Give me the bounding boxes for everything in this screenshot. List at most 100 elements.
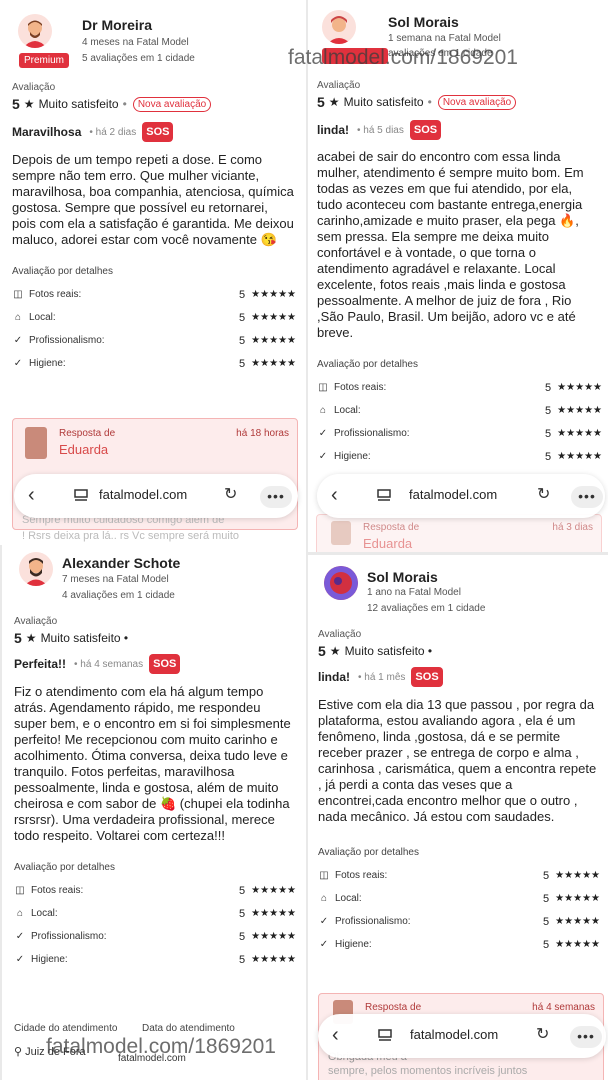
overall-rating: 5 ★ Muito satisfeito • Nova avaliação xyxy=(317,94,608,110)
premium-badge: Premium xyxy=(19,53,70,68)
user-avatar-icon[interactable] xyxy=(19,552,53,586)
reply-title: Resposta de xyxy=(365,1002,422,1013)
camera-icon: ◫ xyxy=(13,289,23,300)
rating-label: Avaliação xyxy=(12,82,56,93)
member-since: 7 meses na Fatal Model xyxy=(62,574,169,585)
review-title-row: Maravilhosa • há 2 dias SOS xyxy=(12,122,306,142)
review-title-row: linda! • há 5 dias SOS xyxy=(317,120,608,140)
reply-avatar-icon xyxy=(25,427,47,459)
review-body: Estive com ela dia 13 que passou , por r… xyxy=(318,697,597,824)
detail-row-hygiene: ✓ Higiene: 5 ★★★★★ xyxy=(15,953,296,966)
reply-text-faded-2: ! Rsrs deixa pra lá.. rs Vc sempre será … xyxy=(22,530,240,542)
review-date: • há 5 dias xyxy=(357,124,404,136)
browser-toolbar: ‹ fatalmodel.com ↻ ••• xyxy=(14,474,298,518)
review-card-4: Sol Morais 1 ano na Fatal Model 12 avali… xyxy=(308,555,608,1080)
reply-text-faded-2: sempre, pelos momentos incríveis juntos xyxy=(328,1065,528,1077)
detail-row-hygiene: ✓ Higiene: 5 ★★★★★ xyxy=(319,938,600,951)
back-icon[interactable]: ‹ xyxy=(331,484,338,507)
overall-rating: 5 ★ Muito satisfeito • xyxy=(14,630,129,646)
member-since: 4 meses na Fatal Model xyxy=(82,37,189,48)
reply-author[interactable]: Eduarda xyxy=(59,442,108,457)
member-since: 1 semana na Fatal Model xyxy=(388,33,501,44)
check-badge-icon: ✓ xyxy=(319,916,329,927)
details-label: Avaliação por detalhes xyxy=(14,862,115,873)
detail-row-location: ⌂ Local: 5 ★★★★★ xyxy=(14,902,296,925)
tab-icon[interactable] xyxy=(377,489,391,501)
browser-toolbar: ‹ fatalmodel.com ↻ ••• xyxy=(318,1014,606,1058)
detail-row-professionalism: ✓ Profissionalismo: 5 ★★★★★ xyxy=(318,427,602,440)
user-avatar-icon[interactable] xyxy=(18,14,52,48)
details-label: Avaliação por detalhes xyxy=(318,847,419,858)
reviewer-name[interactable]: Alexander Schote xyxy=(62,555,180,571)
detail-row-professionalism: ✓ Profissionalismo: 5 ★★★★★ xyxy=(319,915,600,928)
review-card-1: Dr Moreira 4 meses na Fatal Model Premiu… xyxy=(0,0,306,545)
more-menu-icon[interactable]: ••• xyxy=(570,1026,602,1048)
sos-button[interactable]: SOS xyxy=(411,667,443,687)
member-since: 1 ano na Fatal Model xyxy=(367,587,461,598)
reload-icon[interactable]: ↻ xyxy=(537,484,550,504)
review-count: 5 avaliações em 1 cidade xyxy=(82,53,195,64)
reply-time: há 4 semanas xyxy=(532,1002,595,1013)
review-title: Maravilhosa xyxy=(12,125,82,139)
reviewer-name[interactable]: Sol Morais xyxy=(388,14,459,30)
check-circle-icon: ✓ xyxy=(319,939,329,950)
url-bar[interactable]: fatalmodel.com xyxy=(99,487,187,502)
user-avatar-icon[interactable] xyxy=(324,566,358,600)
review-body: Fiz o atendimento com ela há algum tempo… xyxy=(14,684,291,843)
more-menu-icon[interactable]: ••• xyxy=(571,486,603,508)
check-badge-icon: ✓ xyxy=(13,335,23,346)
overall-rating: 5 ★ Muito satisfeito • Nova avaliação xyxy=(12,96,306,112)
reload-icon[interactable]: ↻ xyxy=(536,1024,549,1044)
review-date: • há 4 semanas xyxy=(74,658,144,670)
review-title-row: linda! • há 1 mês SOS xyxy=(318,667,608,687)
camera-icon: ◫ xyxy=(319,870,329,881)
sos-button[interactable]: SOS xyxy=(409,120,442,140)
detail-row-location: ⌂ Local: 5 ★★★★★ xyxy=(318,887,600,910)
star-icon: ★ xyxy=(25,631,37,645)
reload-icon[interactable]: ↻ xyxy=(224,484,237,504)
url-bar[interactable]: fatalmodel.com xyxy=(410,1027,498,1042)
home-icon: ⌂ xyxy=(16,908,24,919)
details-label: Avaliação por detalhes xyxy=(12,266,113,277)
detail-row-location: ⌂ Local: 5 ★★★★★ xyxy=(12,306,296,329)
reviewer-name[interactable]: Sol Morais xyxy=(367,569,438,585)
new-review-badge: Nova avaliação xyxy=(132,96,212,112)
user-avatar-icon[interactable] xyxy=(322,10,356,44)
sos-button[interactable]: SOS xyxy=(142,122,174,142)
detail-row-location: ⌂ Local: 5 ★★★★★ xyxy=(317,399,602,422)
check-badge-icon: ✓ xyxy=(318,428,328,439)
more-menu-icon[interactable]: ••• xyxy=(260,486,292,508)
review-count: 4 avaliações em 1 cidade xyxy=(62,590,175,601)
check-badge-icon: ✓ xyxy=(15,931,25,942)
sos-button[interactable]: SOS xyxy=(149,654,181,674)
detail-row-hygiene: ✓ Higiene: 5 ★★★★★ xyxy=(13,357,296,370)
detail-row-photos: ◫ Fotos reais: 5 ★★★★★ xyxy=(13,288,296,301)
browser-toolbar: ‹ fatalmodel.com ↻ ••• xyxy=(317,474,605,518)
review-title-row: Perfeita!! • há 4 semanas SOS xyxy=(14,654,306,674)
reply-title: Resposta de xyxy=(363,522,420,533)
url-bar[interactable]: fatalmodel.com xyxy=(409,487,497,502)
check-circle-icon: ✓ xyxy=(15,954,25,965)
detail-row-professionalism: ✓ Profissionalismo: 5 ★★★★★ xyxy=(13,334,296,347)
watermark-top: fatalmodel.com/1869201 xyxy=(288,46,518,69)
check-circle-icon: ✓ xyxy=(13,358,23,369)
star-icon: ★ xyxy=(23,97,35,111)
reply-avatar-icon xyxy=(331,521,351,545)
rating-label: Avaliação xyxy=(318,629,362,640)
home-icon: ⌂ xyxy=(319,405,327,416)
tab-icon[interactable] xyxy=(74,489,88,501)
detail-row-photos: ◫ Fotos reais: 5 ★★★★★ xyxy=(15,884,296,897)
reply-time: há 18 horas xyxy=(236,428,289,439)
star-icon: ★ xyxy=(329,644,341,658)
star-icon: ★ xyxy=(328,95,340,109)
detail-row-hygiene: ✓ Higiene: 5 ★★★★★ xyxy=(318,450,602,463)
back-icon[interactable]: ‹ xyxy=(332,1024,339,1047)
review-body: acabei de sair do encontro com essa lind… xyxy=(317,149,584,340)
reviewer-name[interactable]: Dr Moreira xyxy=(82,17,152,33)
tab-icon[interactable] xyxy=(378,1029,392,1041)
review-card-3: Alexander Schote 7 meses na Fatal Model … xyxy=(2,545,306,1080)
reply-author[interactable]: Eduarda xyxy=(363,536,412,551)
rating-text: Muito satisfeito xyxy=(38,97,119,111)
rating-label: Avaliação xyxy=(14,616,58,627)
back-icon[interactable]: ‹ xyxy=(28,484,35,507)
